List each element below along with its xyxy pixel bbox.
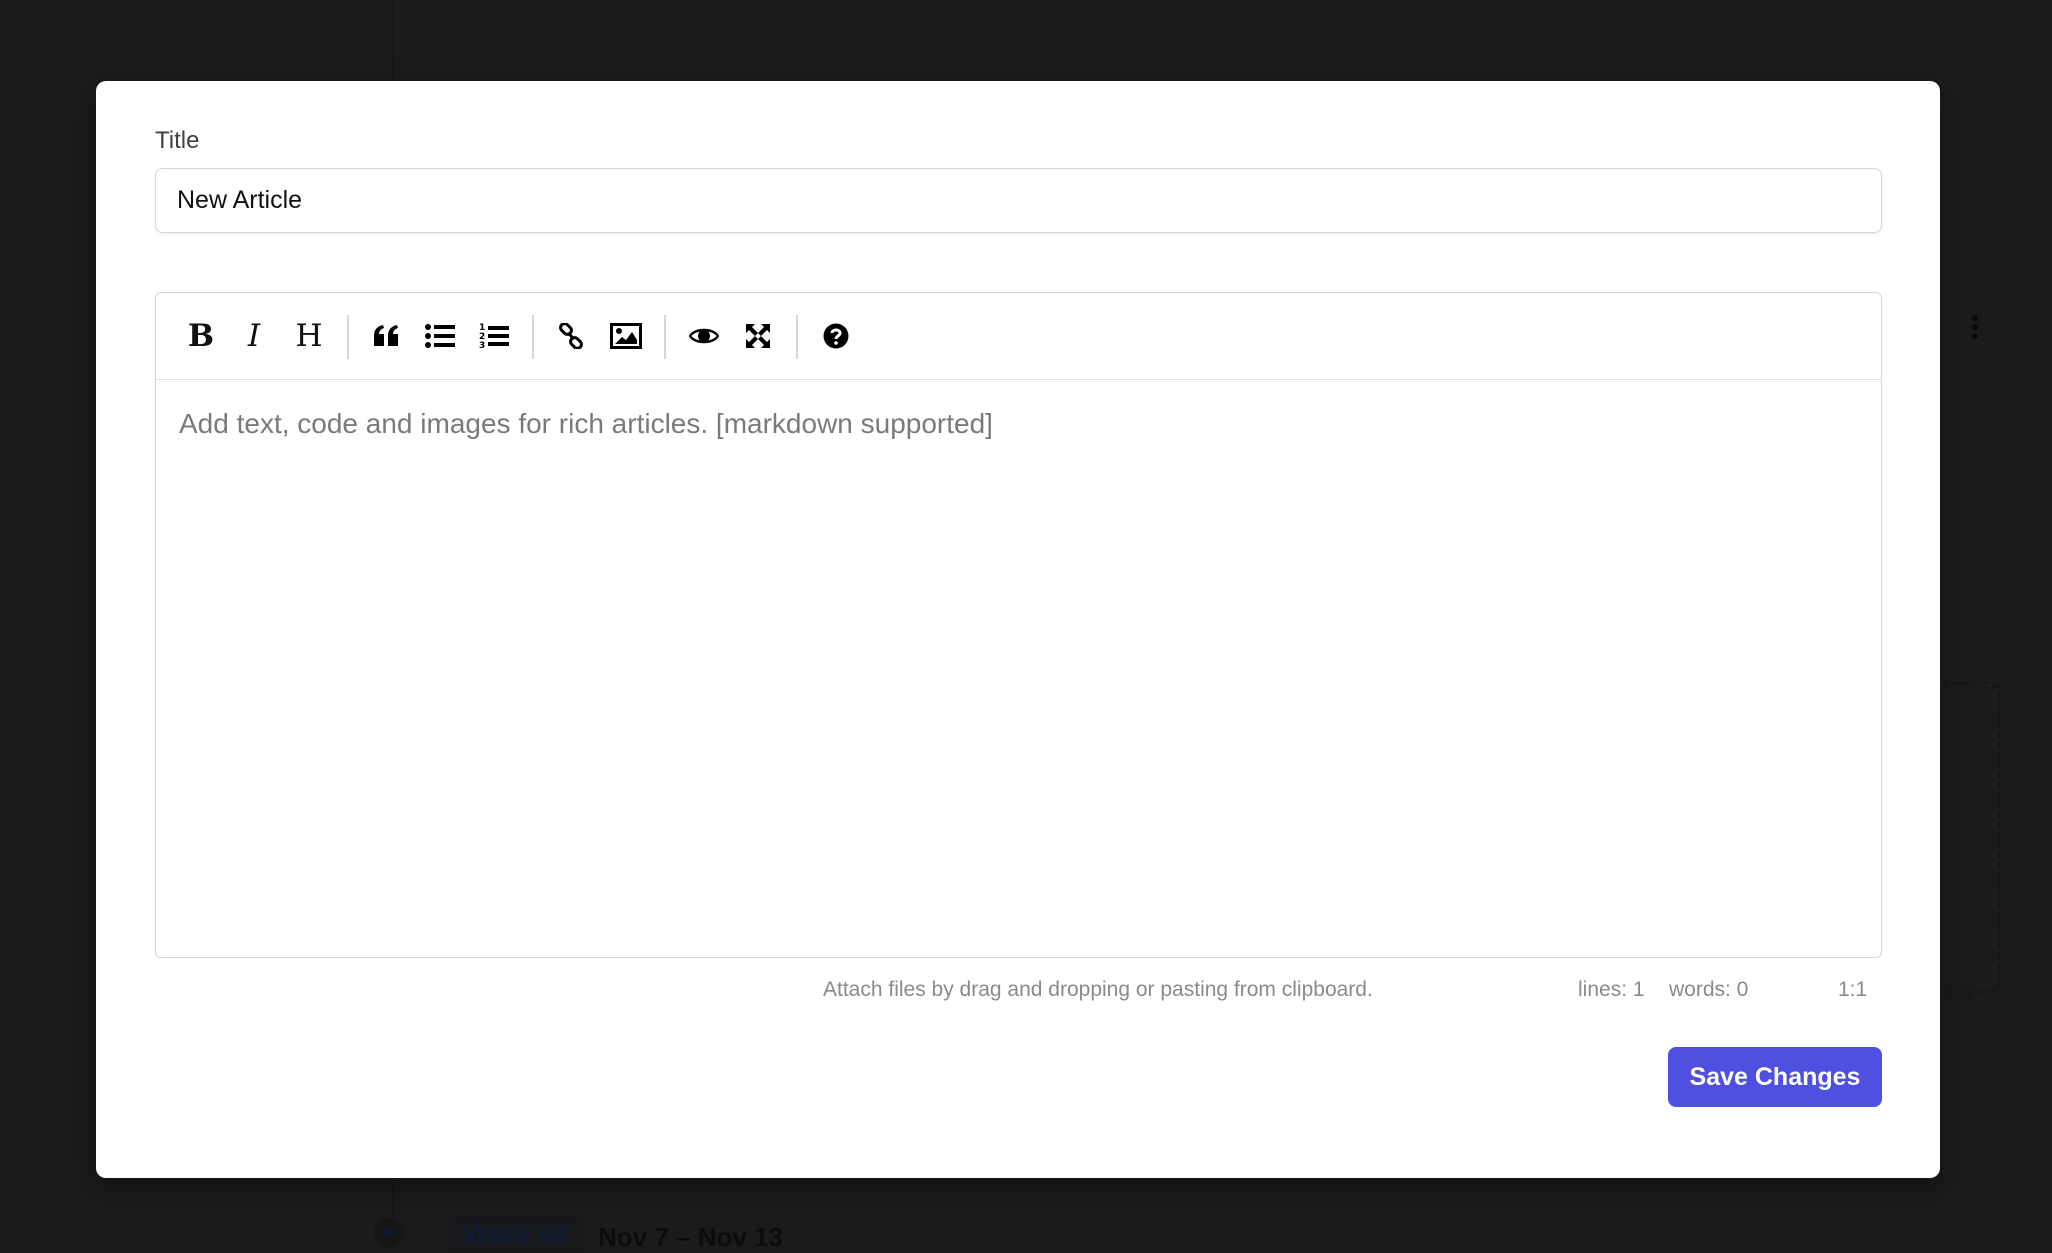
heading-button[interactable]: H [291, 318, 327, 354]
unordered-list-icon [425, 324, 455, 348]
toolbar-separator [796, 315, 798, 359]
italic-button[interactable]: I [236, 318, 272, 354]
preview-button[interactable] [686, 318, 722, 354]
help-icon [823, 323, 849, 349]
more-options-icon[interactable] [1970, 313, 1980, 343]
image-icon [610, 323, 642, 349]
attach-hint: Attach files by drag and dropping or pas… [823, 978, 1373, 1001]
link-button[interactable] [553, 318, 589, 354]
toolbar-separator [347, 315, 349, 359]
quote-icon [374, 325, 398, 346]
heading-icon: H [295, 318, 323, 354]
week-row: Week 46 Nov 7 – Nov 13 [370, 1210, 1070, 1252]
ordered-list-button[interactable]: 1 2 3 [476, 318, 512, 354]
save-changes-button[interactable]: Save Changes [1668, 1047, 1882, 1107]
bold-button[interactable]: B [183, 318, 219, 354]
guide-button[interactable] [818, 318, 854, 354]
editor-statusbar: Attach files by drag and dropping or pas… [96, 975, 1940, 1005]
word-count: words: 0 [1669, 978, 1749, 1001]
unordered-list-button[interactable] [422, 318, 458, 354]
toolbar-separator [664, 315, 666, 359]
title-input[interactable] [155, 168, 1882, 233]
calendar-icon [374, 1218, 404, 1248]
image-button[interactable] [608, 318, 644, 354]
editor-placeholder: Add text, code and images for rich artic… [179, 408, 993, 439]
edit-article-modal: Title B I H [96, 81, 1940, 1178]
markdown-editor: B I H 1 2 3 Add text, code and images fo… [155, 292, 1882, 958]
line-count: lines: 1 [1578, 978, 1645, 1001]
editor-toolbar: B I H 1 2 3 [156, 293, 1881, 380]
week-range: Nov 7 – Nov 13 [598, 1222, 783, 1252]
fullscreen-button[interactable] [740, 318, 776, 354]
quote-button[interactable] [368, 318, 404, 354]
fullscreen-icon [746, 324, 770, 348]
link-icon [559, 323, 583, 349]
editor-textarea[interactable]: Add text, code and images for rich artic… [156, 380, 1881, 957]
eye-icon [689, 328, 719, 344]
italic-icon: I [247, 318, 261, 354]
title-label: Title [155, 127, 200, 154]
toolbar-separator [532, 315, 534, 359]
week-badge: Week 46 [448, 1216, 584, 1252]
svg-text:3: 3 [479, 341, 485, 350]
cursor-position: 1:1 [1838, 978, 1868, 1001]
bold-icon: B [187, 318, 215, 354]
ordered-list-icon: 1 2 3 [479, 323, 509, 350]
